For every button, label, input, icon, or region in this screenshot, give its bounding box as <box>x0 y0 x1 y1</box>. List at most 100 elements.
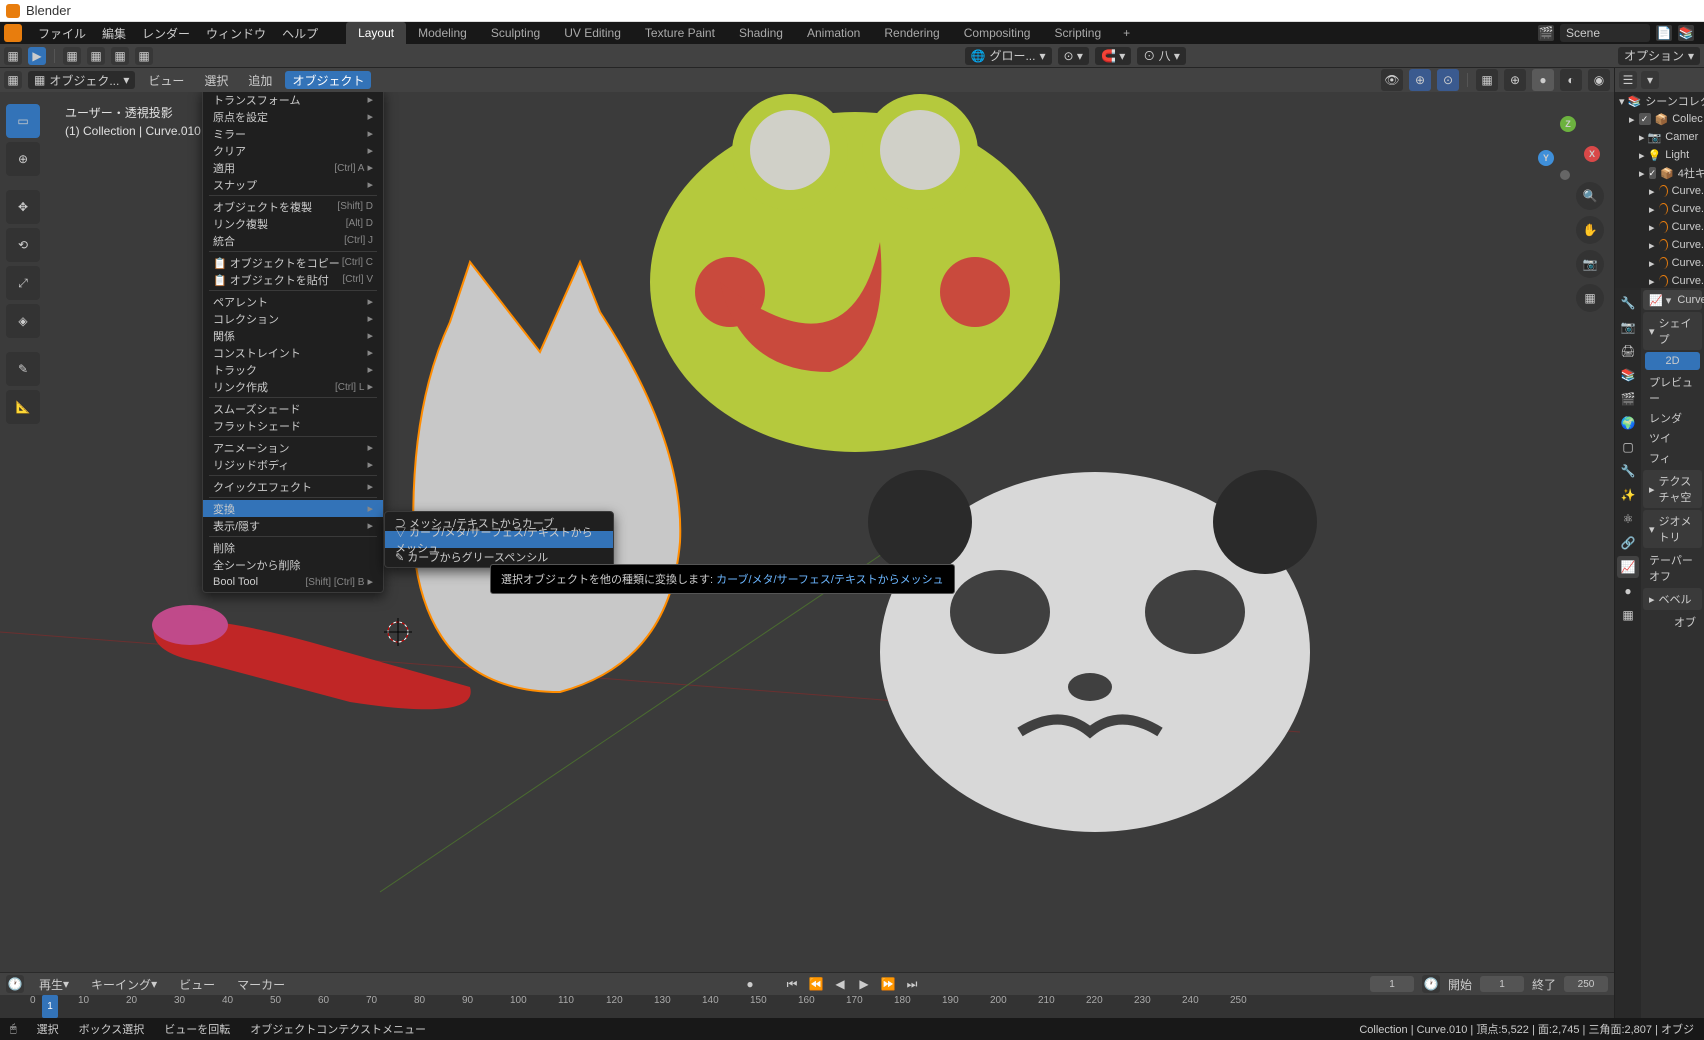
panel-bevel[interactable]: ▸ ベベル <box>1643 588 1702 610</box>
mode-dropdown[interactable]: ▦ オブジェク... ▾ <box>28 71 135 89</box>
menu-item-表示/隠す[interactable]: 表示/隠す▸ <box>203 517 383 534</box>
editor-type-dropdown[interactable]: ▦ <box>4 71 22 89</box>
menu-window[interactable]: ウィンドウ <box>198 25 274 42</box>
tab-animation[interactable]: Animation <box>795 22 872 44</box>
start-frame-field[interactable]: 1 <box>1480 976 1524 992</box>
menu-item-ミラー[interactable]: ミラー▸ <box>203 125 383 142</box>
tl-menu-view[interactable]: ビュー <box>172 975 222 993</box>
outliner-item[interactable]: ▸ 📦 4社キ <box>1615 164 1704 182</box>
menu-item-削除[interactable]: 削除 <box>203 539 383 556</box>
prop-tab-render[interactable]: 📷 <box>1617 316 1639 338</box>
menu-item-トランスフォーム[interactable]: トランスフォーム▸ <box>203 92 383 108</box>
navigation-gizmo[interactable]: Z X Y <box>1536 116 1600 180</box>
tab-compositing[interactable]: Compositing <box>952 22 1043 44</box>
menu-edit[interactable]: 編集 <box>94 25 134 42</box>
add-workspace-button[interactable]: + <box>1113 22 1140 44</box>
blender-logo-icon[interactable] <box>4 24 22 42</box>
timeline-editor-icon[interactable]: 🕐 <box>6 975 24 993</box>
menu-item-スナップ[interactable]: スナップ▸ <box>203 176 383 193</box>
shade-rendered[interactable]: ◉ <box>1588 69 1610 91</box>
menu-item-クリア[interactable]: クリア▸ <box>203 142 383 159</box>
shape-2d-button[interactable]: 2D <box>1645 352 1700 370</box>
menu-item-コレクション[interactable]: コレクション▸ <box>203 310 383 327</box>
tl-menu-playback[interactable]: 再生 ▾ <box>32 975 76 993</box>
select-mode-4[interactable]: ▦ <box>135 47 153 65</box>
outliner-item[interactable]: ▸ Curve. <box>1615 218 1704 236</box>
select-mode-1[interactable]: ▦ <box>63 47 81 65</box>
outliner-item[interactable]: ▸ Curve. <box>1615 236 1704 254</box>
prop-tab-modifier[interactable]: 🔧 <box>1617 460 1639 482</box>
menu-item-リンク複製[interactable]: リンク複製[Alt] D <box>203 215 383 232</box>
proportional-edit[interactable]: ⊙ 八 ▾ <box>1137 47 1186 65</box>
vp-menu-select[interactable]: 選択 <box>197 71 235 89</box>
tab-texture-paint[interactable]: Texture Paint <box>633 22 727 44</box>
menu-item-Bool Tool[interactable]: Bool Tool[Shift] [Ctrl] B ▸ <box>203 573 383 590</box>
tool-cursor[interactable]: ⊕ <box>6 142 40 176</box>
menu-item-原点を設定[interactable]: 原点を設定▸ <box>203 108 383 125</box>
menu-item-変換[interactable]: 変換▸ <box>203 500 383 517</box>
menu-item-リンク作成[interactable]: リンク作成[Ctrl] L ▸ <box>203 378 383 395</box>
vp-menu-view[interactable]: ビュー <box>141 71 191 89</box>
prop-tab-texture[interactable]: ▦ <box>1617 604 1639 626</box>
outliner-item[interactable]: ▸ Curve. <box>1615 182 1704 200</box>
tool-transform[interactable]: ◈ <box>6 304 40 338</box>
menu-item-オブジェクトを複製[interactable]: オブジェクトを複製[Shift] D <box>203 198 383 215</box>
outliner-filter-icon[interactable]: ▾ <box>1641 71 1659 89</box>
prop-tab-data[interactable]: 📈 <box>1617 556 1639 578</box>
menu-item-フラットシェード[interactable]: フラットシェード <box>203 417 383 434</box>
submenu-item-mesh[interactable]: ▽ カーブ/メタ/サーフェス/テキストからメッシュ <box>385 531 613 548</box>
prop-tab-output[interactable]: 🖨 <box>1617 340 1639 362</box>
view-layer-icon[interactable]: 📚 <box>1678 25 1694 41</box>
keyframe-prev-button[interactable]: ⏪ <box>808 976 824 992</box>
tab-sculpting[interactable]: Sculpting <box>479 22 552 44</box>
tab-rendering[interactable]: Rendering <box>872 22 951 44</box>
tab-layout[interactable]: Layout <box>346 22 406 44</box>
menu-item-オブジェクトをコピー[interactable]: 📋 オブジェクトをコピー[Ctrl] C <box>203 254 383 271</box>
menu-item-クイックエフェクト[interactable]: クイックエフェクト▸ <box>203 478 383 495</box>
menu-item-スムーズシェード[interactable]: スムーズシェード <box>203 400 383 417</box>
prop-tab-constraint[interactable]: 🔗 <box>1617 532 1639 554</box>
perspective-toggle[interactable]: ▦ <box>1576 284 1604 312</box>
editor-type-icon[interactable]: ▦ <box>4 47 22 65</box>
tool-annotate[interactable]: ✎ <box>6 352 40 386</box>
menu-render[interactable]: レンダー <box>134 25 198 42</box>
shade-solid[interactable]: ● <box>1532 69 1554 91</box>
menu-item-ペアレント[interactable]: ペアレント▸ <box>203 293 383 310</box>
menu-item-リジッドボディ[interactable]: リジッドボディ▸ <box>203 456 383 473</box>
prop-tab-material[interactable]: ● <box>1617 580 1639 602</box>
panel-geometry[interactable]: ▾ ジオメトリ <box>1643 510 1702 548</box>
axis-z[interactable]: Z <box>1560 116 1576 132</box>
tool-rotate[interactable]: ⟲ <box>6 228 40 262</box>
pivot-dropdown[interactable]: ⊙ ▾ <box>1058 47 1089 65</box>
menu-item-アニメーション[interactable]: アニメーション▸ <box>203 439 383 456</box>
tab-uv-editing[interactable]: UV Editing <box>552 22 633 44</box>
options-dropdown[interactable]: オプション ▾ <box>1618 47 1700 65</box>
property-breadcrumb[interactable]: 📈 ▾ Curve.0 <box>1643 290 1702 310</box>
current-frame-field[interactable]: 1 <box>1370 976 1414 992</box>
pan-button[interactable]: ✋ <box>1576 216 1604 244</box>
prop-tab-particle[interactable]: ✨ <box>1617 484 1639 506</box>
outliner-item[interactable]: ▸ 💡 Light <box>1615 146 1704 164</box>
outliner-item[interactable]: ▸ Curve. <box>1615 272 1704 288</box>
vp-menu-object[interactable]: オブジェクト <box>285 71 371 89</box>
visibility-icon[interactable]: 👁 <box>1381 69 1403 91</box>
frame-clock-icon[interactable]: 🕐 <box>1422 975 1440 993</box>
shade-material[interactable]: ◐ <box>1560 69 1582 91</box>
scene-new-button[interactable]: 📄 <box>1656 25 1672 41</box>
scene-icon[interactable]: 🎬 <box>1538 25 1554 41</box>
tool-move[interactable]: ✥ <box>6 190 40 224</box>
play-button[interactable]: ▶ <box>856 976 872 992</box>
tab-modeling[interactable]: Modeling <box>406 22 479 44</box>
outliner-item[interactable]: ▸ Curve. <box>1615 200 1704 218</box>
outliner-item[interactable]: ▸ Curve. <box>1615 254 1704 272</box>
prop-tab-tool[interactable]: 🔧 <box>1617 292 1639 314</box>
select-mode-3[interactable]: ▦ <box>111 47 129 65</box>
scene-name-field[interactable]: Scene <box>1560 24 1650 42</box>
outliner-root[interactable]: ▾ 📚シーンコレクシ <box>1615 92 1704 110</box>
tl-menu-marker[interactable]: マーカー <box>230 975 292 993</box>
outliner-item[interactable]: ▸ 📷 Camer <box>1615 128 1704 146</box>
timeline-ruler[interactable]: 1 01020304050607080901001101201301401501… <box>0 995 1614 1018</box>
play-reverse-button[interactable]: ◀ <box>832 976 848 992</box>
menu-item-コンストレイント[interactable]: コンストレイント▸ <box>203 344 383 361</box>
tl-menu-keying[interactable]: キーイング ▾ <box>84 975 164 993</box>
